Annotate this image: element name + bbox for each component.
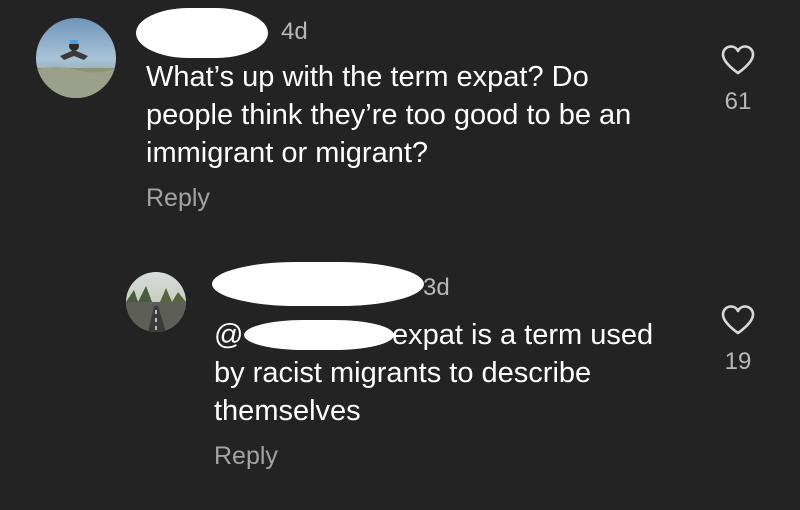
mention-prefix: @ [214,319,244,351]
comment-text-line: immigrant or migrant? [146,137,429,169]
reply-text-line: themselves [214,395,361,427]
comment-text-line: What’s up with the term expat? Do [146,61,589,93]
redacted-username [212,262,424,306]
reply-button[interactable]: Reply [214,442,278,471]
comment-thread: 4d What’s up with the term expat? Do peo… [0,0,800,510]
comment-text-line: people think they’re too good to be an [146,99,632,131]
reply-text-line: @ expat is a term used [214,316,714,354]
reply-text-line: by racist migrants to describe [214,357,592,389]
redacted-mention [244,320,394,350]
reply-timestamp: 3d [423,274,450,301]
like-count: 61 [724,88,752,115]
comment-text: What’s up with the term expat? Do people… [146,58,706,172]
heart-outline-icon [721,45,755,75]
reply-text: @ expat is a term used by racist migrant… [214,316,714,430]
commenter-avatar[interactable] [36,18,116,98]
replier-avatar[interactable] [126,272,186,332]
heart-outline-icon [721,305,755,335]
reply-button[interactable]: Reply [146,184,210,213]
like-count: 19 [724,348,752,375]
reply-text-line-rest: expat is a term used [392,319,654,351]
like-button[interactable]: 19 [708,304,768,376]
redacted-username [136,8,268,58]
comment-timestamp: 4d [281,18,308,45]
like-button[interactable]: 61 [708,44,768,116]
